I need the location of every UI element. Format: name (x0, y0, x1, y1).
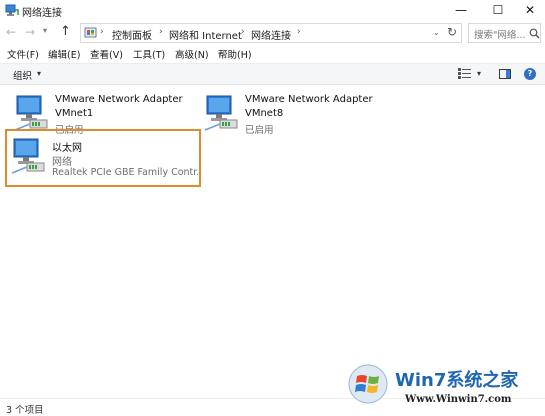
adapter-name: 以太网 (52, 143, 82, 154)
adapter-device: 已启用 (245, 125, 274, 136)
search-icon (529, 28, 540, 39)
title-bar: 网络连接 — ☐ ✕ (0, 0, 545, 22)
menu-tools[interactable]: 工具(T) (133, 47, 165, 61)
command-bar: 组织 ▾ ▾ ? (0, 63, 545, 85)
watermark-title: Win7系统之家 (395, 370, 519, 391)
search-input[interactable]: 搜索"网络... (468, 23, 541, 43)
maximize-icon: ☐ (492, 3, 504, 17)
watermark: Win7系统之家 Www.Winwin7.com (345, 360, 543, 414)
windows-logo-icon (348, 364, 388, 404)
breadcrumb-network-internet[interactable]: 网络和 Internet (169, 27, 242, 42)
adapter-status: VMnet8 (245, 108, 284, 119)
breadcrumb-separator: › (241, 27, 245, 37)
minimize-icon: — (455, 3, 467, 17)
menu-help[interactable]: 帮助(H) (218, 47, 252, 61)
view-dropdown-icon[interactable]: ▾ (477, 69, 481, 78)
watermark-url: Www.Winwin7.com (405, 394, 512, 405)
breadcrumb-separator: › (159, 27, 163, 37)
preview-pane-icon[interactable] (499, 69, 511, 79)
close-button[interactable]: ✕ (512, 0, 545, 20)
breadcrumb-separator: › (297, 27, 301, 37)
search-placeholder: 搜索"网络... (474, 30, 526, 41)
change-view-icon[interactable] (458, 68, 472, 80)
item-count: 3 个项目 (6, 405, 44, 416)
recent-locations-chevron-icon[interactable]: ▾ (43, 26, 47, 35)
adapter-item-ethernet[interactable]: 以太网 网络 Realtek PCIe GBE Family Contr... (5, 129, 201, 187)
menu-file[interactable]: 文件(F) (7, 47, 39, 61)
network-connections-icon (5, 4, 19, 16)
up-arrow-icon[interactable]: ↑ (60, 24, 71, 39)
maximize-button[interactable]: ☐ (480, 0, 516, 20)
menu-advanced[interactable]: 高级(N) (175, 47, 209, 61)
adapter-device: Realtek PCIe GBE Family Contr... (52, 167, 198, 178)
refresh-icon[interactable]: ↻ (447, 25, 457, 39)
menu-edit[interactable]: 编辑(E) (48, 47, 80, 61)
menu-view[interactable]: 查看(V) (90, 47, 123, 61)
adapter-item-vmnet8[interactable]: VMware Network Adapter VMnet8 已启用 (198, 90, 392, 140)
navigation-row: ← → ▾ ↑ › 控制面板 › 网络和 Internet › 网络连接 › ⌄… (0, 22, 545, 44)
adapter-list: VMware Network Adapter VMnet1 已启用 VMware… (0, 86, 545, 398)
control-panel-icon (84, 27, 97, 38)
adapter-status: 网络 (52, 157, 72, 168)
help-icon[interactable]: ? (524, 68, 536, 80)
adapter-name: VMware Network Adapter (55, 94, 183, 105)
menu-bar: 文件(F) 编辑(E) 查看(V) 工具(T) 高级(N) 帮助(H) (0, 45, 545, 63)
window-title: 网络连接 (22, 8, 62, 19)
network-adapter-icon (204, 95, 238, 131)
organize-dropdown-icon[interactable]: ▾ (37, 69, 41, 78)
back-arrow-icon[interactable]: ← (6, 25, 16, 39)
adapter-status: VMnet1 (55, 108, 94, 119)
breadcrumb-network-connections[interactable]: 网络连接 (251, 27, 291, 42)
breadcrumb-separator: › (100, 27, 104, 37)
minimize-button[interactable]: — (443, 0, 479, 20)
close-icon: ✕ (524, 3, 536, 17)
organize-button[interactable]: 组织 (13, 68, 32, 82)
network-adapter-icon (11, 138, 45, 174)
network-adapter-icon (14, 95, 48, 131)
address-dropdown-icon[interactable]: ⌄ (433, 28, 440, 37)
adapter-name: VMware Network Adapter (245, 94, 373, 105)
forward-arrow-icon[interactable]: → (25, 25, 35, 39)
breadcrumb-control-panel[interactable]: 控制面板 (112, 27, 152, 42)
address-bar[interactable]: › 控制面板 › 网络和 Internet › 网络连接 › ⌄ ↻ (80, 23, 462, 43)
